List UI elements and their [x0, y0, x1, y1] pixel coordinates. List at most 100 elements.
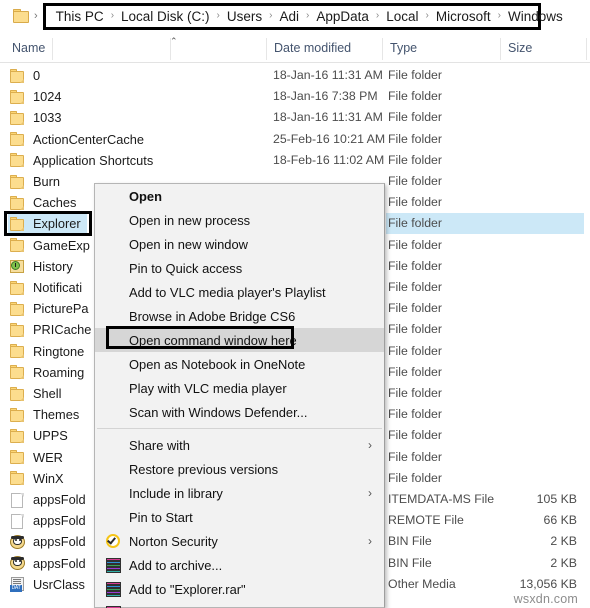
folder-icon [8, 322, 27, 338]
chevron-right-icon[interactable]: › [376, 11, 379, 21]
list-right-edge [586, 63, 590, 608]
chevron-right-icon: › [368, 486, 372, 500]
file-name-label: Roaming [33, 364, 85, 380]
chevron-right-icon[interactable]: › [217, 11, 220, 21]
folder-icon [8, 131, 27, 147]
file-name-cell[interactable]: PicturePa [8, 298, 94, 319]
breadcrumb-item-3[interactable]: Adi [280, 9, 300, 24]
file-name-cell[interactable]: Notificati [8, 277, 88, 298]
file-name-cell[interactable]: Burn [8, 171, 66, 192]
column-header-size[interactable]: Size [508, 41, 532, 55]
table-row[interactable]: 0 18-Jan-16 11:31 AM File folder [0, 65, 590, 86]
breadcrumb-item-0[interactable]: This PC [56, 9, 104, 24]
menu-item[interactable]: Norton Security › [95, 529, 384, 553]
menu-item[interactable]: Open [95, 184, 384, 208]
file-date-cell: 18-Jan-16 11:31 AM [273, 68, 383, 82]
menu-item-label: Pin to Quick access [129, 260, 243, 276]
breadcrumb-item-1[interactable]: Local Disk (C:) [121, 9, 210, 24]
menu-item-label: Share with [129, 437, 190, 453]
file-type-cell: File folder [388, 449, 442, 464]
file-name-cell[interactable]: DAT UsrClass [8, 574, 91, 595]
file-name-cell[interactable]: Roaming [8, 362, 90, 383]
column-divider [500, 38, 501, 60]
file-name-cell[interactable]: Shell [8, 383, 67, 404]
column-header-name[interactable]: Name [12, 41, 45, 55]
menu-item[interactable]: Share with › [95, 433, 384, 457]
column-header-date-modified[interactable]: Date modified [274, 41, 351, 55]
file-name-cell[interactable]: WinX [8, 468, 70, 489]
chevron-right-icon[interactable]: › [426, 11, 429, 21]
file-type-cell: File folder [388, 386, 442, 400]
menu-item[interactable]: Include in library › [95, 481, 384, 505]
context-menu[interactable]: Open Open in new process Open in new windo… [94, 183, 385, 608]
file-name-cell[interactable]: Ringtone [8, 341, 90, 362]
menu-item[interactable]: Add to "Explorer.rar" [95, 577, 384, 601]
breadcrumb-item-5[interactable]: Local [386, 9, 418, 24]
breadcrumb-item-6[interactable]: Microsoft [436, 9, 491, 24]
breadcrumb-item-2[interactable]: Users [227, 9, 262, 24]
file-name-cell[interactable]: GameExp [8, 235, 96, 256]
file-name-cell[interactable]: 0 [8, 65, 46, 86]
menu-item[interactable]: Scan with Windows Defender... [95, 400, 384, 424]
chevron-right-icon[interactable]: › [306, 11, 309, 21]
breadcrumb[interactable]: This PC › Local Disk (C:) › Users › Adi › AppDat… [42, 2, 563, 30]
chevron-right-icon[interactable]: › [111, 11, 114, 21]
chevron-right-icon[interactable]: › [34, 10, 38, 22]
file-name-cell[interactable]: appsFold [8, 531, 92, 552]
column-header-type[interactable]: Type [390, 41, 417, 55]
winrar-icon [105, 581, 123, 598]
chevron-right-icon[interactable]: › [269, 11, 272, 21]
menu-item[interactable]: Open as Notebook in OneNote [95, 352, 384, 376]
menu-item-label: Scan with Windows Defender... [129, 404, 308, 420]
menu-item-label: Open in new window [129, 236, 248, 252]
file-explorer-window: › This PC › Local Disk (C:) › Users › Adi › AppD… [0, 0, 590, 608]
chevron-right-icon[interactable]: › [498, 11, 501, 21]
menu-item[interactable]: Add to VLC media player's Playlist [95, 280, 384, 304]
file-name-cell[interactable]: Application Shortcuts [8, 150, 159, 171]
sort-ascending-caret-icon: ⌃ [170, 36, 178, 46]
file-name-cell[interactable]: Caches [8, 192, 82, 213]
file-name-cell[interactable]: 1024 [8, 86, 67, 107]
blank-icon [105, 356, 123, 373]
file-name-cell[interactable]: Explorer [8, 213, 87, 235]
blank-icon [105, 461, 123, 478]
table-row[interactable]: ActionCenterCache 25-Feb-16 10:21 AM File … [0, 129, 590, 150]
menu-item[interactable]: Open in new window [95, 232, 384, 256]
table-row[interactable]: 1033 18-Jan-16 11:31 AM File folder [0, 107, 590, 128]
menu-item-label: Open [129, 188, 162, 204]
file-name-cell[interactable]: 1033 [8, 107, 67, 128]
file-name-label: 0 [33, 68, 41, 83]
file-name-cell[interactable]: appsFold [8, 510, 92, 531]
breadcrumb-item-4[interactable]: AppData [316, 9, 369, 24]
file-name-cell[interactable]: UPPS [8, 425, 74, 446]
table-row[interactable]: Application Shortcuts 18-Feb-16 11:02 AM F… [0, 150, 590, 171]
menu-item[interactable]: Play with VLC media player [95, 376, 384, 400]
file-name-cell[interactable]: History [8, 256, 79, 277]
file-name-cell[interactable]: appsFold [8, 553, 92, 574]
menu-item[interactable]: Compress and email... [95, 601, 384, 608]
file-name-cell[interactable]: Themes [8, 404, 85, 425]
file-type-cell: File folder [388, 174, 442, 188]
address-bar[interactable]: › This PC › Local Disk (C:) › Users › Adi › AppD… [0, 0, 590, 32]
menu-item[interactable]: Open in new process [95, 208, 384, 232]
folder-icon [8, 195, 27, 211]
file-name-cell[interactable]: WER [8, 447, 69, 468]
blank-icon [105, 437, 123, 454]
menu-item[interactable]: Pin to Start [95, 505, 384, 529]
folder-icon [8, 89, 27, 105]
file-type-cell: File folder [386, 213, 584, 235]
file-name-cell[interactable]: ActionCenterCache [8, 129, 150, 150]
menu-item[interactable]: Add to archive... [95, 553, 384, 577]
file-name-label: Caches [33, 195, 77, 211]
folder-icon [8, 152, 27, 168]
table-row[interactable]: 1024 18-Jan-16 7:38 PM File folder [0, 86, 590, 107]
norton-check-icon [105, 533, 123, 550]
menu-item[interactable]: Open command window here [95, 328, 384, 352]
breadcrumb-item-7[interactable]: Windows [508, 9, 563, 24]
file-name-cell[interactable]: appsFold [8, 489, 92, 510]
file-name-cell[interactable]: PRICache [8, 319, 97, 340]
file-name-label: Notificati [33, 280, 83, 295]
menu-item[interactable]: Restore previous versions [95, 457, 384, 481]
menu-item[interactable]: Browse in Adobe Bridge CS6 [95, 304, 384, 328]
menu-item[interactable]: Pin to Quick access [95, 256, 384, 280]
